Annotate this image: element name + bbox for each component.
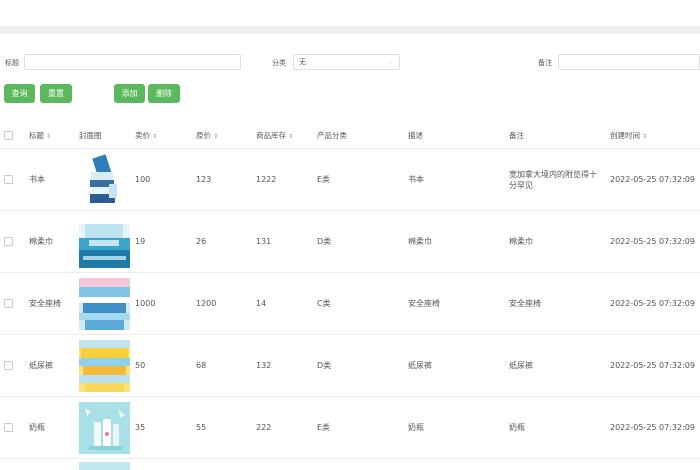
column-header-price[interactable]: 卖价 ⇕ bbox=[135, 123, 196, 149]
cell-title: 安全座椅 bbox=[29, 272, 79, 335]
cell-note: 棉柔巾 bbox=[509, 210, 610, 273]
column-header-note: 备注 bbox=[509, 123, 610, 149]
column-header-stock[interactable]: 商品库存 ⇕ bbox=[256, 123, 317, 149]
cell-created-time: 2022-05-25 07:32:09 bbox=[610, 210, 700, 273]
cell-original-price: 1200 bbox=[196, 272, 256, 335]
product-thumbnail-seat bbox=[79, 277, 130, 330]
cell-note: 宽加拿大境内的附览得十分罕见 bbox=[509, 148, 610, 211]
title-filter-input[interactable] bbox=[24, 54, 241, 70]
sort-icon[interactable]: ⇕ bbox=[288, 133, 293, 140]
top-divider-bar bbox=[0, 26, 700, 34]
category-select-value: 无 bbox=[299, 58, 306, 66]
row-checkbox[interactable] bbox=[4, 175, 13, 184]
row-checkbox[interactable] bbox=[4, 361, 13, 370]
cell-stock: 131 bbox=[256, 210, 317, 273]
sort-icon[interactable]: ⇕ bbox=[152, 133, 157, 140]
cell-cover bbox=[79, 396, 135, 459]
cell-stock: 222 bbox=[256, 396, 317, 459]
header-space bbox=[0, 0, 700, 26]
cell-price: 100 bbox=[135, 148, 196, 211]
reset-button[interactable]: 重置 bbox=[40, 84, 72, 103]
cell-note: 安全座椅 bbox=[509, 272, 610, 335]
cell-created-time: 2022-05-25 07:32:09 bbox=[610, 334, 700, 397]
product-thumbnail-diaper bbox=[79, 339, 130, 392]
cell-cover bbox=[79, 148, 135, 211]
cell-title: 棉柔巾 bbox=[29, 210, 79, 273]
row-checkbox[interactable] bbox=[4, 299, 13, 308]
title-filter-label: 标题 bbox=[5, 59, 19, 67]
table-row[interactable]: 书本 100 123 1222 E类 书本 宽加拿大境内的附览得十分罕见 202… bbox=[0, 148, 700, 211]
next-row-thumbnail-partial bbox=[79, 462, 130, 470]
product-thumbnail-books bbox=[79, 153, 130, 206]
cell-original-price: 55 bbox=[196, 396, 256, 459]
cell-created-time: 2022-05-25 07:32:09 bbox=[610, 272, 700, 335]
cell-title: 书本 bbox=[29, 148, 79, 211]
table-row[interactable]: 奶瓶 35 55 222 E类 奶瓶 奶瓶 2022-05-25 07:32:0… bbox=[0, 396, 700, 459]
cell-original-price: 26 bbox=[196, 210, 256, 273]
cell-category: D类 bbox=[317, 334, 408, 397]
product-table: 标题 ⇕ 封面图 卖价 ⇕ 原价 ⇕ 商品库存 ⇕ 产品分类 描述 备注 创建时间 ⇕ 书… bbox=[0, 123, 700, 459]
cell-stock: 1222 bbox=[256, 148, 317, 211]
table-row[interactable]: 安全座椅 1000 1200 14 C类 安全座椅 安全座椅 2022-05-2… bbox=[0, 272, 700, 335]
column-header-created-time[interactable]: 创建时间 ⇕ bbox=[610, 123, 700, 149]
cell-original-price: 123 bbox=[196, 148, 256, 211]
sort-icon[interactable]: ⇕ bbox=[46, 133, 51, 140]
table-row[interactable]: 棉柔巾 19 26 131 D类 棉柔巾 棉柔巾 2022-05-25 07:3… bbox=[0, 210, 700, 273]
column-header-cover: 封面图 bbox=[79, 123, 135, 149]
cell-cover bbox=[79, 210, 135, 273]
cell-category: E类 bbox=[317, 396, 408, 459]
cell-title: 奶瓶 bbox=[29, 396, 79, 459]
cell-description: 书本 bbox=[408, 148, 509, 211]
row-checkbox[interactable] bbox=[4, 423, 13, 432]
chevron-down-icon: ⌵ bbox=[387, 58, 393, 66]
cell-price: 19 bbox=[135, 210, 196, 273]
product-thumbnail-bottle bbox=[79, 401, 130, 454]
cell-description: 纸尿裤 bbox=[408, 334, 509, 397]
cell-cover bbox=[79, 272, 135, 335]
sort-icon[interactable]: ⇕ bbox=[642, 133, 647, 140]
add-button[interactable]: 添加 bbox=[114, 84, 145, 103]
row-checkbox[interactable] bbox=[4, 237, 13, 246]
product-thumbnail-tissue bbox=[79, 215, 130, 268]
column-header-category: 产品分类 bbox=[317, 123, 408, 149]
cell-created-time: 2022-05-25 07:32:09 bbox=[610, 396, 700, 459]
cell-note: 奶瓶 bbox=[509, 396, 610, 459]
select-all-cell[interactable] bbox=[0, 123, 29, 149]
cell-category: C类 bbox=[317, 272, 408, 335]
note-filter-input[interactable] bbox=[558, 54, 700, 70]
query-button[interactable]: 查询 bbox=[4, 84, 35, 103]
table-header-row: 标题 ⇕ 封面图 卖价 ⇕ 原价 ⇕ 商品库存 ⇕ 产品分类 描述 备注 创建时间 ⇕ bbox=[0, 123, 700, 149]
cell-note: 纸尿裤 bbox=[509, 334, 610, 397]
sort-icon[interactable]: ⇕ bbox=[213, 133, 218, 140]
cell-description: 奶瓶 bbox=[408, 396, 509, 459]
cell-description: 安全座椅 bbox=[408, 272, 509, 335]
category-select[interactable]: 无 ⌵ bbox=[293, 54, 400, 70]
column-header-description: 描述 bbox=[408, 123, 509, 149]
cell-description: 棉柔巾 bbox=[408, 210, 509, 273]
delete-button[interactable]: 删除 bbox=[148, 84, 180, 103]
table-row[interactable]: 纸尿裤 50 68 132 D类 纸尿裤 纸尿裤 2022-05-25 07:3… bbox=[0, 334, 700, 397]
column-header-title[interactable]: 标题 ⇕ bbox=[29, 123, 79, 149]
cell-price: 1000 bbox=[135, 272, 196, 335]
cell-category: E类 bbox=[317, 148, 408, 211]
cell-price: 50 bbox=[135, 334, 196, 397]
cell-title: 纸尿裤 bbox=[29, 334, 79, 397]
column-header-original-price[interactable]: 原价 ⇕ bbox=[196, 123, 256, 149]
category-filter-label: 分类 bbox=[272, 59, 286, 67]
note-filter-label: 备注 bbox=[538, 59, 552, 67]
cell-category: D类 bbox=[317, 210, 408, 273]
cell-original-price: 68 bbox=[196, 334, 256, 397]
cell-stock: 14 bbox=[256, 272, 317, 335]
cell-created-time: 2022-05-25 07:32:09 bbox=[610, 148, 700, 211]
cell-cover bbox=[79, 334, 135, 397]
cell-stock: 132 bbox=[256, 334, 317, 397]
cell-price: 35 bbox=[135, 396, 196, 459]
select-all-checkbox[interactable] bbox=[4, 131, 13, 141]
